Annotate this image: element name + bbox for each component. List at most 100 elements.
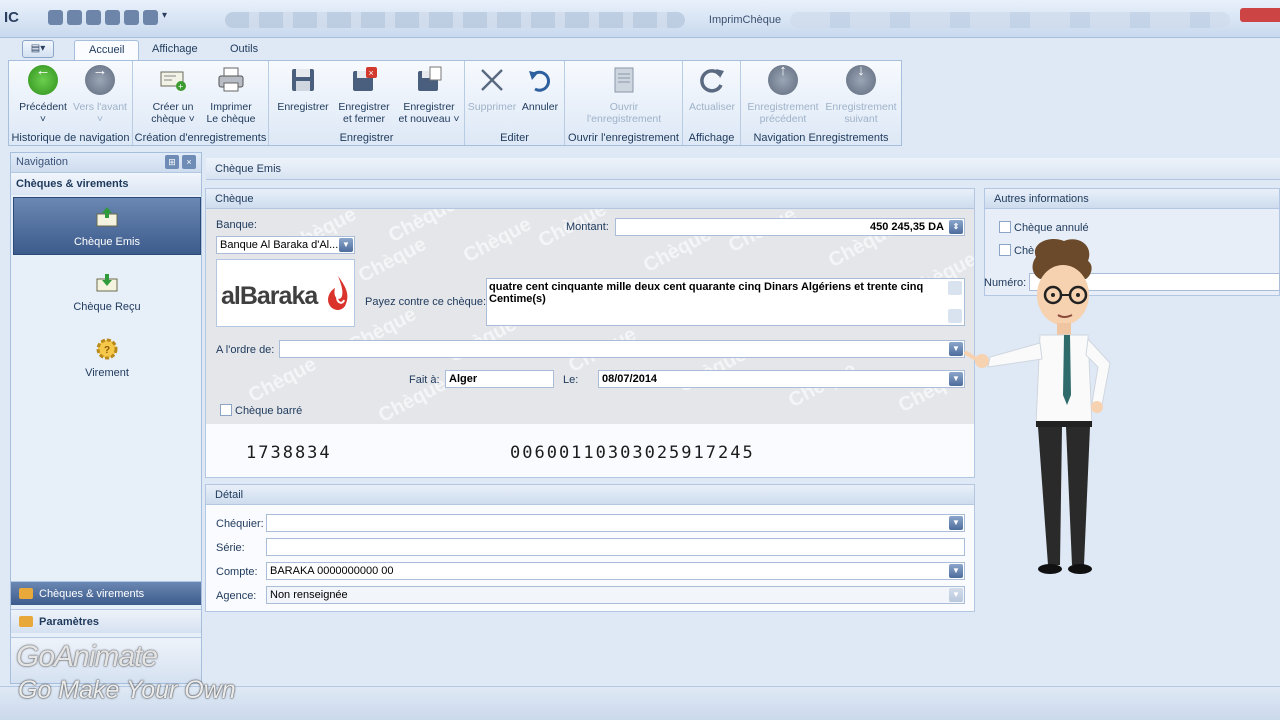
- bank-logo: alBaraka: [216, 259, 355, 327]
- checkbox-icon[interactable]: [999, 221, 1011, 233]
- nav-bottom-parametres[interactable]: Paramètres: [11, 609, 201, 633]
- forward-button[interactable]: → Vers l'avant ˅: [71, 63, 129, 125]
- next-record-button[interactable]: ↓ Enregistrement suivant: [823, 63, 899, 125]
- create-label-2: chèque ˅: [151, 113, 195, 125]
- save-close-label-2: et fermer: [342, 113, 385, 125]
- cheque-barre-label: Chèque barré: [235, 405, 303, 417]
- ribbon: ← Précédent ˅ → Vers l'avant ˅ Historique …: [8, 60, 902, 146]
- close-pane-icon[interactable]: ×: [182, 155, 196, 169]
- down-arrow-icon: ↓: [846, 63, 876, 95]
- agence-field[interactable]: Non renseignée ▼: [266, 586, 965, 604]
- folder-icon: [19, 616, 33, 627]
- spinner-icon[interactable]: ⇕: [949, 220, 963, 234]
- tab-affichage[interactable]: Affichage: [138, 40, 212, 60]
- refresh-icon[interactable]: [105, 10, 120, 25]
- group-records: ↑ Enregistrement précédent ↓ Enregistrem…: [741, 61, 901, 145]
- undo-label: Annuler: [521, 101, 559, 113]
- save-icon[interactable]: [48, 10, 63, 25]
- account-number: 00600110303025917245: [510, 443, 755, 463]
- montant-field[interactable]: 450 245,35 DA ⇕: [615, 218, 965, 236]
- group-creation: + Créer un chèque ˅ Imprimer Le chèque C…: [133, 61, 269, 145]
- cheque-annule-label: Chèque annulé: [1014, 222, 1089, 234]
- group-label-view: Affichage: [688, 132, 735, 144]
- print-cheque-button[interactable]: Imprimer Le chèque: [203, 65, 259, 125]
- checkbox-icon[interactable]: [220, 404, 232, 416]
- banque-label: Banque:: [216, 219, 257, 231]
- group-open: Ouvrir l'enregistrement Ouvrir l'enregis…: [565, 61, 683, 145]
- svg-text:×: ×: [369, 68, 374, 78]
- chevron-down-icon[interactable]: ▼: [949, 588, 963, 602]
- compte-field[interactable]: BARAKA 0000000000 00 ▼: [266, 562, 965, 580]
- undo-button[interactable]: Annuler: [517, 65, 563, 113]
- refresh-button[interactable]: Actualiser: [685, 65, 739, 113]
- save-close-button[interactable]: × Enregistrer et fermer: [333, 65, 395, 125]
- bank-logo-text: alBaraka: [221, 282, 318, 310]
- previous-button[interactable]: ← Précédent ˅: [15, 63, 71, 125]
- transfer-gear-icon: ?: [96, 338, 118, 360]
- qat-dropdown-icon[interactable]: ▾: [162, 10, 172, 25]
- ordre-field[interactable]: ▼: [279, 340, 965, 358]
- prev-record-label-2: précédent: [759, 113, 807, 125]
- delete-label: Supprimer: [467, 101, 517, 113]
- payez-textarea[interactable]: quatre cent cinquante mille deux cent qu…: [486, 278, 965, 326]
- next-record-label-1: Enregistrement: [825, 101, 897, 113]
- previous-record-button[interactable]: ↑ Enregistrement précédent: [745, 63, 821, 125]
- banque-select[interactable]: Banque Al Baraka d'Al... ▼: [216, 236, 355, 254]
- forward-label: Vers l'avant: [73, 101, 127, 113]
- pin-icon[interactable]: ⊞: [165, 155, 179, 169]
- group-navigation-history: ← Précédent ˅ → Vers l'avant ˅ Historique …: [9, 61, 133, 145]
- date-field[interactable]: 08/07/2014 ▼: [598, 370, 965, 388]
- detail-panel: Détail Chéquier: ▼ Série: Compte: BARAKA…: [205, 484, 975, 612]
- forward-arrow-icon: →: [85, 63, 115, 95]
- save-button[interactable]: Enregistrer: [273, 65, 333, 113]
- fait-field[interactable]: Alger: [445, 370, 554, 388]
- new-cheque-icon: +: [160, 71, 186, 92]
- cartoon-presenter-illustration: [964, 238, 1111, 574]
- nav-item-cheque-recu[interactable]: Chèque Reçu: [13, 263, 201, 321]
- group-save: Enregistrer × Enregistrer et fermer Enre…: [269, 61, 465, 145]
- create-cheque-button[interactable]: + Créer un chèque ˅: [143, 65, 203, 125]
- delete-button[interactable]: Supprimer: [467, 65, 517, 113]
- watermark-text: Chèque: [459, 213, 535, 267]
- document-title: Chèque Emis: [206, 158, 1280, 180]
- application-menu-button[interactable]: ▤▾: [22, 40, 54, 58]
- save-new-button[interactable]: Enregistrer et nouveau ˅: [395, 65, 463, 125]
- detail-panel-title: Détail: [206, 485, 974, 505]
- bank-logo-flame-icon: [328, 276, 348, 310]
- group-label-save: Enregistrer: [339, 132, 394, 144]
- folder-icon: [19, 588, 33, 599]
- agence-label: Agence:: [216, 590, 257, 602]
- group-label-navigation: Historique de navigation: [11, 132, 130, 144]
- cheque-barre-checkbox[interactable]: Chèque barré: [220, 404, 302, 417]
- nav-item-virement[interactable]: ? Virement: [13, 329, 201, 387]
- compte-label: Compte:: [216, 566, 258, 578]
- save-new-label-1: Enregistrer: [403, 101, 455, 113]
- cheque-in-icon: [96, 274, 118, 292]
- serie-label: Série:: [216, 542, 245, 554]
- open-record-button[interactable]: Ouvrir l'enregistrement: [575, 65, 673, 125]
- tab-accueil[interactable]: Accueil: [74, 40, 140, 60]
- quick-access-toolbar: ▾: [48, 10, 172, 25]
- tab-outils[interactable]: Outils: [216, 40, 272, 60]
- nav-bottom-cheques-virements[interactable]: Chèques & virements: [11, 581, 201, 605]
- group-label-records: Navigation Enregistrements: [753, 132, 889, 144]
- nav-item-cheque-emis[interactable]: Chèque Emis: [13, 197, 201, 255]
- back-arrow-icon: ←: [28, 63, 58, 95]
- back-icon[interactable]: [124, 10, 139, 25]
- forward-icon[interactable]: [143, 10, 158, 25]
- save-close-icon: ×: [353, 67, 377, 91]
- chequier-field[interactable]: ▼: [266, 514, 965, 532]
- next-record-label-2: suivant: [844, 113, 878, 125]
- nav-bottom-label: Chèques & virements: [39, 588, 145, 600]
- close-window-button[interactable]: [1240, 8, 1280, 22]
- undo-icon[interactable]: [86, 10, 101, 25]
- serie-field[interactable]: [266, 538, 965, 556]
- group-view: Actualiser Affichage: [683, 61, 741, 145]
- cheque-panel-title: Chèque: [206, 189, 974, 209]
- save-all-icon[interactable]: [67, 10, 82, 25]
- prev-record-label-1: Enregistrement: [747, 101, 819, 113]
- chevron-down-icon[interactable]: ▼: [339, 238, 353, 252]
- date-value: 08/07/2014: [602, 373, 658, 385]
- cheque-annule-checkbox[interactable]: Chèque annulé: [999, 221, 1089, 234]
- group-label-creation: Création d'enregistrements: [134, 132, 267, 144]
